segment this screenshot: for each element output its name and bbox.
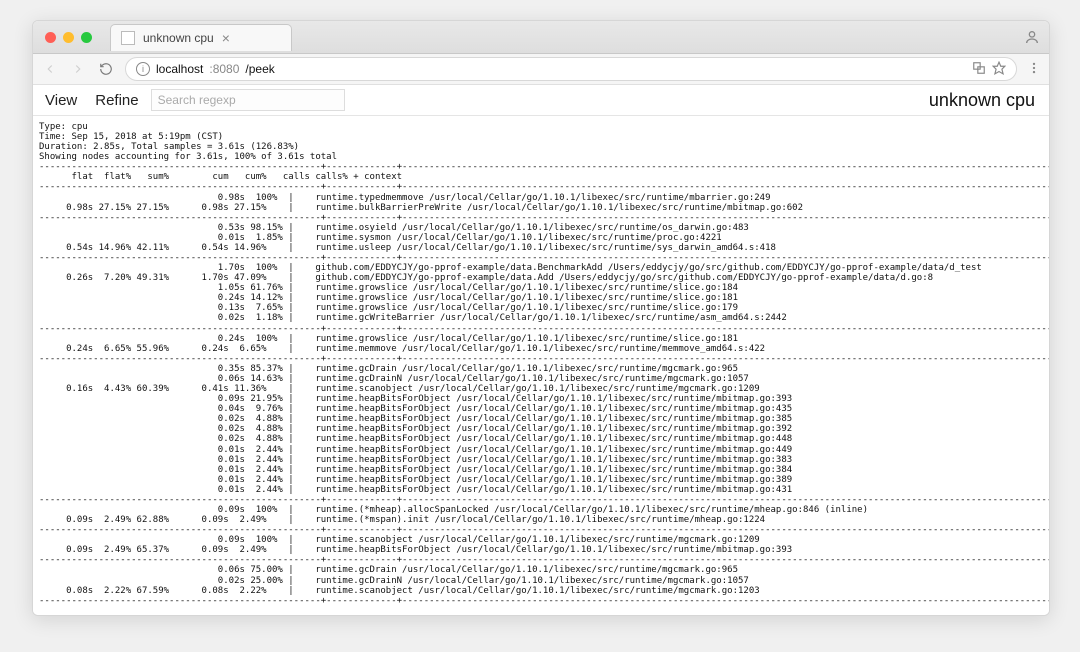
site-info-icon[interactable]: i <box>136 62 150 76</box>
search-placeholder: Search regexp <box>158 93 236 107</box>
view-menu[interactable]: View <box>39 90 83 111</box>
browser-tab[interactable]: unknown cpu × <box>110 24 292 51</box>
profile-text: Type: cpu Time: Sep 15, 2018 at 5:19pm (… <box>39 122 1046 606</box>
url-port: :8080 <box>209 62 239 76</box>
back-icon[interactable] <box>41 60 59 78</box>
translate-icon[interactable] <box>972 61 986 78</box>
tab-bar: unknown cpu × <box>33 21 1049 54</box>
profile-output: Type: cpu Time: Sep 15, 2018 at 5:19pm (… <box>33 116 1049 615</box>
url-path: /peek <box>245 62 274 76</box>
minimize-window-icon[interactable] <box>63 32 74 43</box>
url-host: localhost <box>156 62 203 76</box>
page-title: unknown cpu <box>929 90 1043 111</box>
address-bar-row: i localhost :8080/peek <box>33 54 1049 85</box>
close-tab-icon[interactable]: × <box>222 31 230 45</box>
user-avatar-icon[interactable] <box>1023 28 1041 46</box>
forward-icon[interactable] <box>69 60 87 78</box>
menu-icon[interactable] <box>1027 61 1041 78</box>
close-window-icon[interactable] <box>45 32 56 43</box>
tab-title: unknown cpu <box>143 31 214 45</box>
zoom-window-icon[interactable] <box>81 32 92 43</box>
reload-icon[interactable] <box>97 60 115 78</box>
browser-window: unknown cpu × i localhost :8080/peek <box>32 20 1050 616</box>
search-input[interactable]: Search regexp <box>151 89 345 111</box>
favicon-icon <box>121 31 135 45</box>
pprof-toolbar: View Refine Search regexp unknown cpu <box>33 85 1049 116</box>
bookmark-star-icon[interactable] <box>992 61 1006 78</box>
refine-menu[interactable]: Refine <box>89 90 144 111</box>
window-controls <box>45 32 92 43</box>
address-bar[interactable]: i localhost :8080/peek <box>125 57 1017 81</box>
